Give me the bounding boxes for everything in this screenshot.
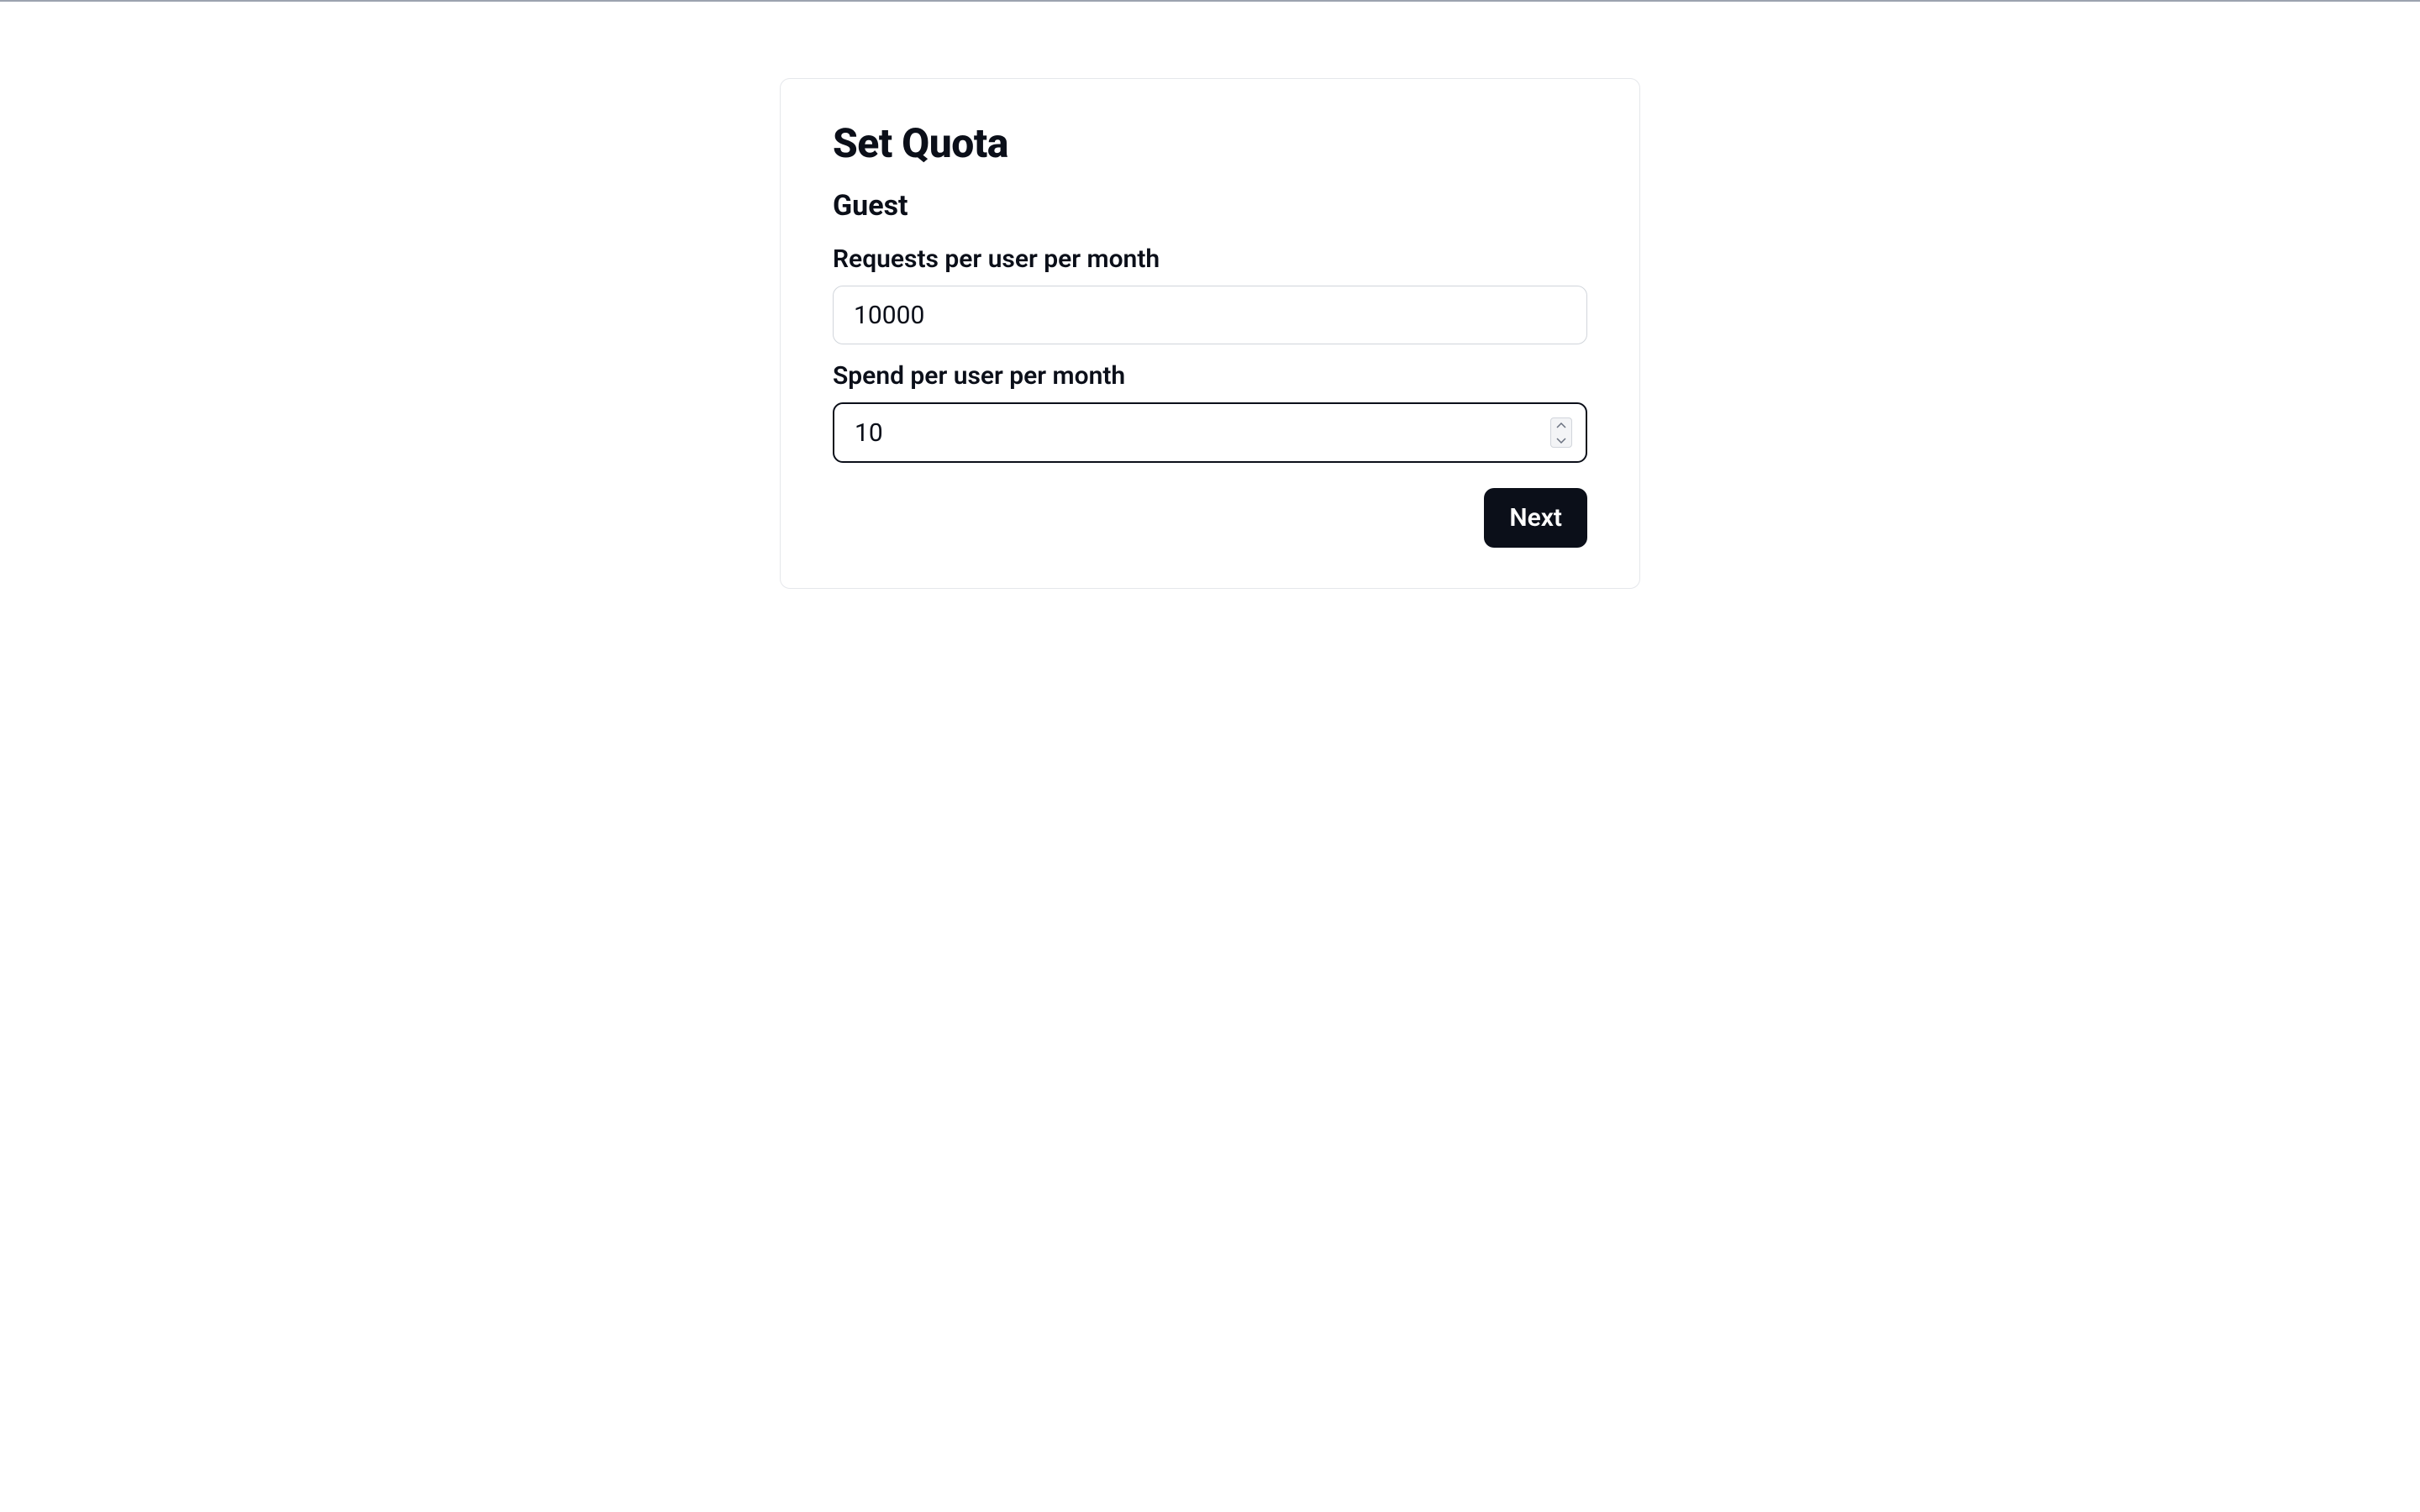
- role-heading: Guest: [833, 189, 1587, 223]
- requests-label: Requests per user per month: [833, 244, 1587, 274]
- spend-label: Spend per user per month: [833, 361, 1587, 391]
- spend-input-wrapper: [833, 402, 1587, 463]
- stepper-up-icon[interactable]: [1551, 418, 1571, 433]
- top-divider: [0, 0, 2420, 2]
- set-quota-card: Set Quota Guest Requests per user per mo…: [780, 78, 1640, 589]
- requests-input[interactable]: [833, 286, 1587, 344]
- spend-input[interactable]: [833, 402, 1587, 463]
- spend-stepper: [1550, 417, 1572, 448]
- stepper-down-icon[interactable]: [1551, 433, 1571, 447]
- button-row: Next: [833, 488, 1587, 548]
- page-title: Set Quota: [833, 119, 1587, 167]
- next-button[interactable]: Next: [1484, 488, 1587, 548]
